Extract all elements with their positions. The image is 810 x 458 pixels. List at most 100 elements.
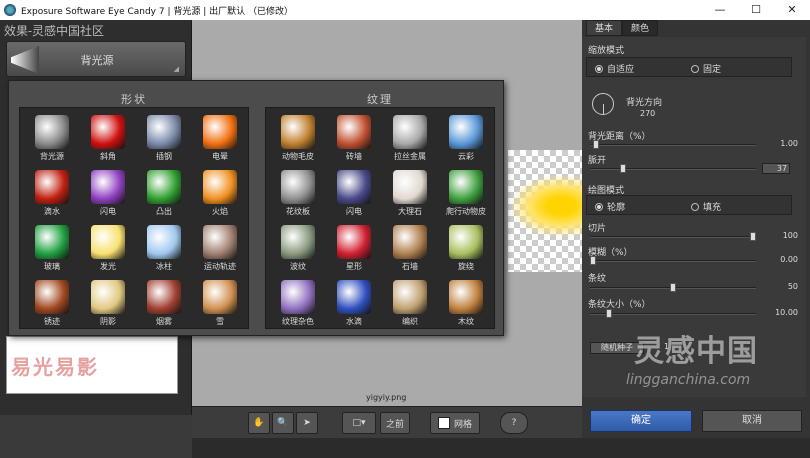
shape-label: 斜角 <box>100 152 116 161</box>
shape-item[interactable]: 阴影 <box>80 277 136 333</box>
direction-dial[interactable] <box>592 93 614 115</box>
cancel-button[interactable]: 取消 <box>702 410 802 432</box>
grid-icon <box>437 417 450 429</box>
shape-item[interactable]: 发光 <box>80 222 136 278</box>
shape-label: 雪 <box>216 317 224 326</box>
blur-slider[interactable] <box>590 256 756 265</box>
shape-item[interactable]: 凸出 <box>136 167 192 223</box>
shape-label: 火焰 <box>212 207 228 216</box>
stripes-slider[interactable] <box>590 283 756 292</box>
texture-item[interactable]: 旋绕 <box>438 222 494 278</box>
distance-knob[interactable] <box>593 140 599 149</box>
close-button[interactable]: ✕ <box>774 0 810 20</box>
texture-item[interactable]: 爬行动物皮 <box>438 167 494 223</box>
texture-item[interactable]: 水滴 <box>326 277 382 333</box>
tab-basic[interactable]: 基本 <box>586 20 623 36</box>
texture-item[interactable]: 云彩 <box>438 112 494 168</box>
shape-item[interactable]: 锈迹 <box>24 277 80 333</box>
watermark-big: 灵感中国 <box>634 334 758 369</box>
shape-thumbnail-icon <box>35 225 69 259</box>
blur-value[interactable]: 0.00 <box>758 255 798 264</box>
shape-label: 发光 <box>100 262 116 271</box>
texture-thumbnail-icon <box>337 225 371 259</box>
distance-value[interactable]: 1.00 <box>758 139 798 148</box>
grid-button[interactable]: 网格 <box>430 412 480 434</box>
shape-item[interactable]: 闪电 <box>80 167 136 223</box>
slices-value[interactable]: 100 <box>758 231 798 240</box>
texture-label: 木纹 <box>458 317 474 326</box>
texture-item[interactable]: 大理石 <box>382 167 438 223</box>
shape-thumbnail-icon <box>147 170 181 204</box>
shape-thumbnail-icon <box>91 115 125 149</box>
draw-outline-radio[interactable]: 轮廓 <box>595 200 625 213</box>
ok-button[interactable]: 确定 <box>590 410 692 432</box>
shape-item[interactable]: 雪 <box>192 277 248 333</box>
distance-slider[interactable] <box>590 140 756 149</box>
shape-thumbnail-icon <box>35 170 69 204</box>
texture-item[interactable]: 闪电 <box>326 167 382 223</box>
bevel-slider[interactable] <box>590 164 756 173</box>
shape-item[interactable]: 插钢 <box>136 112 192 168</box>
blur-knob[interactable] <box>590 256 596 265</box>
effect-selector-button[interactable]: 背光源 ◢ <box>6 41 186 77</box>
shape-item[interactable]: 背光源 <box>24 112 80 168</box>
texture-item[interactable]: 动物毛皮 <box>270 112 326 168</box>
preview-image <box>508 150 582 272</box>
minimize-button[interactable]: — <box>702 0 738 20</box>
shape-item[interactable]: 玻璃 <box>24 222 80 278</box>
texture-thumbnail-icon <box>449 170 483 204</box>
left-bottom-panel <box>0 415 192 458</box>
tab-color[interactable]: 颜色 <box>622 20 659 36</box>
shape-item[interactable]: 滴水 <box>24 167 80 223</box>
texture-label: 大理石 <box>398 207 422 216</box>
shape-item[interactable]: 火焰 <box>192 167 248 223</box>
backlight-glow <box>512 176 582 236</box>
shape-label: 电晕 <box>212 152 228 161</box>
shape-item[interactable]: 冰柱 <box>136 222 192 278</box>
shape-item[interactable]: 运动轨迹 <box>192 222 248 278</box>
shape-thumbnail-icon <box>203 280 237 314</box>
texture-item[interactable]: 编织 <box>382 277 438 333</box>
radio-on-icon <box>595 65 603 73</box>
shape-label: 阴影 <box>100 317 116 326</box>
bevel-value[interactable]: 37 <box>762 163 790 174</box>
stripes-label: 条纹 <box>588 274 607 284</box>
scale-auto-radio[interactable]: 自适应 <box>595 62 634 75</box>
texture-item[interactable]: 石墙 <box>382 222 438 278</box>
shape-label: 玻璃 <box>44 262 60 271</box>
stripes-knob[interactable] <box>670 283 676 292</box>
settings-tabs: 基本 颜色 <box>586 20 659 36</box>
shape-item[interactable]: 烟雾 <box>136 277 192 333</box>
texture-item[interactable]: 星形 <box>326 222 382 278</box>
canvas-toolbar: ✋ 🔍 ➤ □▾ 之前 网格 ? <box>192 406 582 438</box>
stripe-size-slider[interactable] <box>590 309 756 318</box>
watermark-small: lingganchina.com <box>626 372 751 388</box>
shape-thumbnail-icon <box>91 225 125 259</box>
maximize-button[interactable]: ☐ <box>738 0 774 20</box>
scale-mode-group: 自适应 固定 <box>586 57 792 77</box>
texture-item[interactable]: 纹理杂色 <box>270 277 326 333</box>
slices-slider[interactable] <box>590 232 756 241</box>
effect-name: 背光源 <box>80 54 114 67</box>
draw-fill-radio[interactable]: 填充 <box>691 200 721 213</box>
scale-fixed-radio[interactable]: 固定 <box>691 62 721 75</box>
zoom-tool-button[interactable]: 🔍 <box>272 412 294 434</box>
stripe-size-value[interactable]: 10.00 <box>758 308 798 317</box>
bevel-knob[interactable] <box>620 164 626 173</box>
shape-item[interactable]: 斜角 <box>80 112 136 168</box>
texture-item[interactable]: 拉丝金属 <box>382 112 438 168</box>
texture-item[interactable]: 砖墙 <box>326 112 382 168</box>
grid-label: 网格 <box>453 419 472 430</box>
stripes-value[interactable]: 50 <box>758 282 798 291</box>
view-mode-button[interactable]: □▾ <box>342 412 376 434</box>
texture-item[interactable]: 花纹板 <box>270 167 326 223</box>
hand-tool-button[interactable]: ✋ <box>248 412 270 434</box>
before-button[interactable]: 之前 <box>380 412 410 434</box>
stripe-size-knob[interactable] <box>606 309 612 318</box>
select-tool-button[interactable]: ➤ <box>296 412 318 434</box>
texture-item[interactable]: 波纹 <box>270 222 326 278</box>
texture-item[interactable]: 木纹 <box>438 277 494 333</box>
shape-item[interactable]: 电晕 <box>192 112 248 168</box>
help-button[interactable]: ? <box>500 412 528 434</box>
slices-knob[interactable] <box>750 232 756 241</box>
